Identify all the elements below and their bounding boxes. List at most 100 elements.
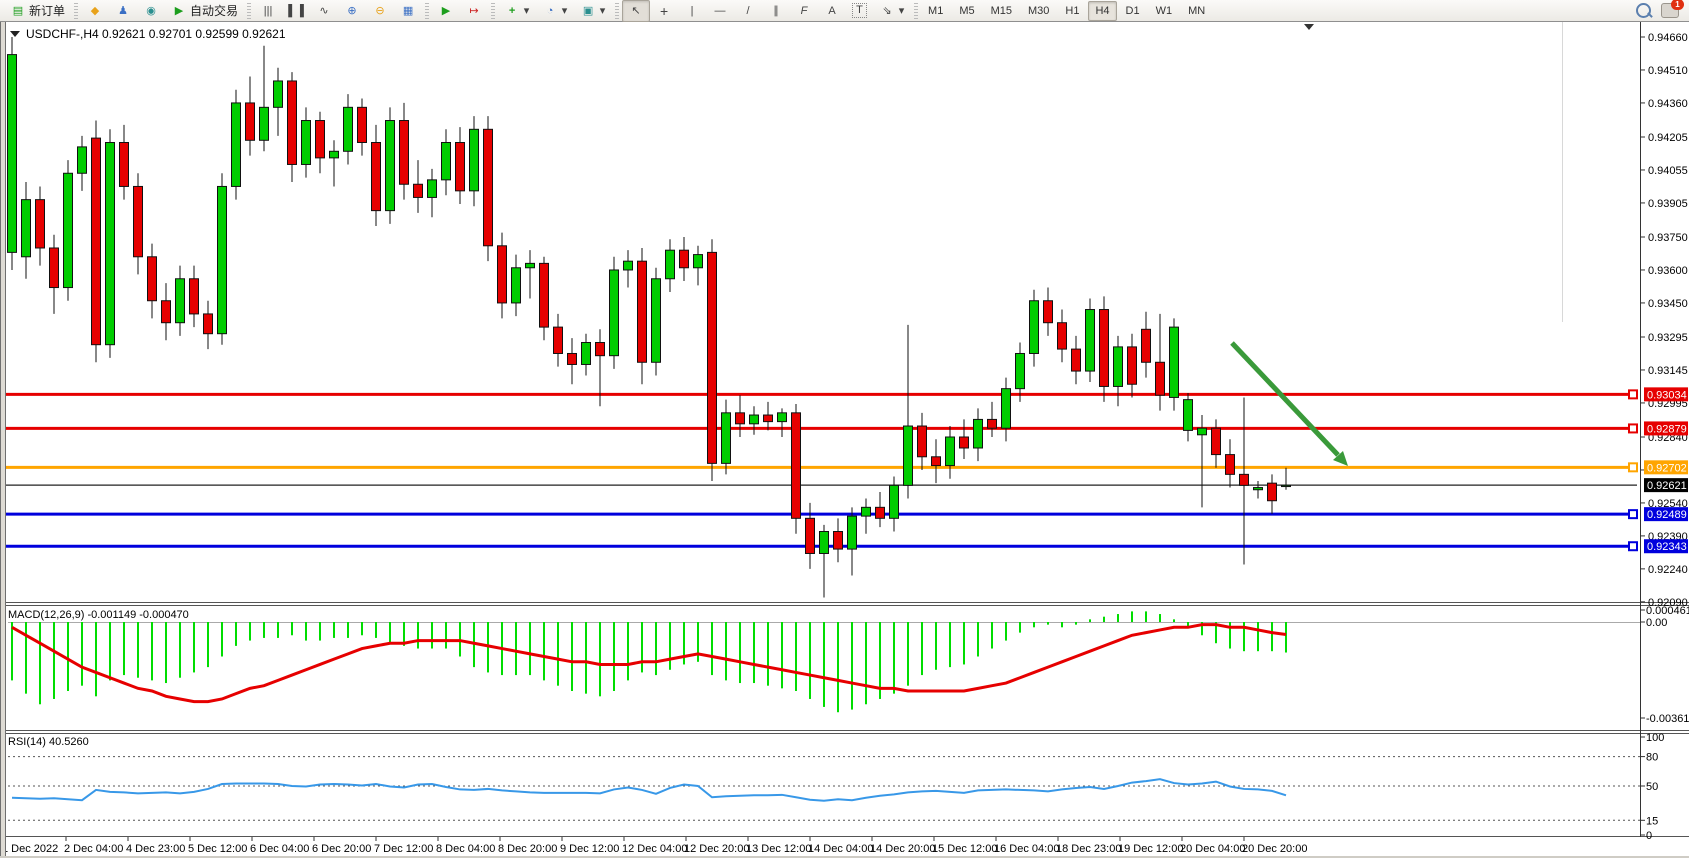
community-button[interactable]: ♟ [109,0,137,22]
time-tick-label: 6 Dec 04:00 [250,843,309,855]
time-tick-label: 13 Dec 12:00 [746,843,811,855]
chart-shift-button[interactable]: ↦ [460,0,488,22]
vertical-line-tool-button[interactable]: | [678,0,706,22]
timeframe-button-w1[interactable]: W1 [1149,1,1180,21]
hline-anchor[interactable] [1629,510,1637,518]
text-label-tool-button[interactable]: T [846,0,873,22]
chart-window[interactable]: 0.946600.945100.943600.942050.940550.939… [0,22,1689,858]
add-indicator-icon: + [504,3,520,19]
autotrading-button[interactable]: ▶ 自动交易 [165,0,244,22]
new-order-button[interactable]: ▤ 新订单 [4,0,71,22]
templates-button[interactable]: ▣ ▾ [574,0,612,22]
time-tick-label: 5 Dec 12:00 [188,843,247,855]
timeframe-switcher: M1M5M15M30H1H4D1W1MN [921,1,1212,21]
add-indicator-button[interactable]: + ▾ [498,0,536,22]
svg-text:0.92879: 0.92879 [1647,423,1687,435]
price-tick-label: 0.93295 [1648,332,1688,344]
symbol-ohlc-label: USDCHF-,H4 0.92621 0.92701 0.92599 0.926… [26,27,286,41]
timeframe-button-h4[interactable]: H4 [1088,1,1116,21]
horizontal-line-icon: — [712,3,728,19]
dropdown-arrow-icon: ▾ [599,3,606,19]
time-tick-label: 18 Dec 23:00 [1056,843,1121,855]
periods-button[interactable]: ◔ ▾ [536,0,574,22]
timeframe-button-m15[interactable]: M15 [984,1,1019,21]
price-tick-label: 0.93145 [1648,365,1688,377]
time-tick-label: 12 Dec 20:00 [684,843,749,855]
equidistant-channel-tool-button[interactable]: ∥ [762,0,790,22]
arrows-tool-button[interactable]: ⇘ ▾ [873,0,911,22]
trendline-tool-button[interactable]: / [734,0,762,22]
macd-axis-label: 0.00 [1646,617,1667,629]
tile-windows-button[interactable]: ▦ [394,0,422,22]
toolbar-grip [425,3,429,19]
svg-text:0.92621: 0.92621 [1647,480,1687,492]
svg-text:0.92489: 0.92489 [1647,509,1687,521]
timeframe-button-m1[interactable]: M1 [921,1,950,21]
macd-axis-label: -0.003618 [1646,713,1689,725]
line-chart-button[interactable]: ∿ [310,0,338,22]
auto-scroll-button[interactable]: ▶ [432,0,460,22]
rsi-axis-label: 80 [1646,752,1658,764]
price-badge: 0.92879 [1644,421,1688,435]
timeframe-button-h1[interactable]: H1 [1058,1,1086,21]
periods-clock-icon: ◔ [542,3,558,19]
time-tick-label: 8 Dec 04:00 [436,843,495,855]
zoom-in-icon: ⊕ [344,3,360,19]
time-tick-label: 14 Dec 04:00 [808,843,873,855]
time-tick-label: 20 Dec 20:00 [1242,843,1307,855]
candlestick-chart-button[interactable]: ▌▐ [282,0,310,22]
notifications-icon[interactable]: 1 [1661,3,1679,18]
chart-shift-icon: ↦ [466,3,482,19]
zoom-out-button[interactable]: ⊖ [366,0,394,22]
chart-canvas[interactable]: 0.946600.945100.943600.942050.940550.939… [0,22,1689,858]
time-tick-label: 16 Dec 04:00 [994,843,1059,855]
time-tick-label: 12 Dec 04:00 [622,843,687,855]
price-tick-label: 0.94360 [1648,98,1688,110]
community-icon: ♟ [115,3,131,19]
hline-anchor[interactable] [1629,463,1637,471]
fibonacci-tool-button[interactable]: F [790,0,818,22]
time-tick-label: 6 Dec 20:00 [312,843,371,855]
text-tool-button[interactable]: A [818,0,846,22]
price-badge: 0.92702 [1644,460,1688,474]
bars-chart-icon: ||| [260,3,276,19]
toolbar-grip [74,3,78,19]
time-tick-label: 9 Dec 12:00 [560,843,619,855]
auto-scroll-icon: ▶ [438,3,454,19]
price-tick-label: 0.94055 [1648,165,1688,177]
price-tick-label: 0.94205 [1648,132,1688,144]
crosshair-tool-button[interactable]: + [650,0,678,22]
timeframe-button-m30[interactable]: M30 [1021,1,1056,21]
text-icon: A [824,3,840,19]
time-tick-label: 8 Dec 20:00 [498,843,557,855]
rsi-axis-label: 100 [1646,732,1664,744]
cursor-tool-button[interactable]: ↖ [622,0,650,22]
chart-title: USDCHF-,H4 0.92621 0.92701 0.92599 0.926… [10,27,286,41]
metaeditor-icon: ◆ [87,3,103,19]
metaeditor-button[interactable]: ◆ [81,0,109,22]
hline-anchor[interactable] [1629,424,1637,432]
signals-button[interactable]: ◉ [137,0,165,22]
window-left-edge [0,22,6,858]
time-tick-label: 20 Dec 04:00 [1180,843,1245,855]
timeframe-button-m5[interactable]: M5 [952,1,981,21]
macd-axis-label: 0.000461 [1646,605,1689,617]
time-tick-label: 15 Dec 12:00 [932,843,997,855]
fibonacci-icon: F [796,3,812,19]
time-tick-label: 1 Dec 2022 [2,843,58,855]
trendline-icon: / [740,3,756,19]
crosshair-icon: + [656,3,672,19]
tile-windows-icon: ▦ [400,3,416,19]
horizontal-line-tool-button[interactable]: — [706,0,734,22]
timeframe-button-d1[interactable]: D1 [1119,1,1147,21]
hline-anchor[interactable] [1629,542,1637,550]
timeframe-button-mn[interactable]: MN [1181,1,1212,21]
text-label-icon: T [852,3,867,18]
hline-anchor[interactable] [1629,390,1637,398]
rsi-axis-label: 15 [1646,815,1658,827]
search-icon[interactable] [1636,3,1651,18]
price-badge: 0.92489 [1644,507,1688,521]
bars-chart-button[interactable]: ||| [254,0,282,22]
autotrading-label: 自动交易 [190,2,238,19]
zoom-in-button[interactable]: ⊕ [338,0,366,22]
